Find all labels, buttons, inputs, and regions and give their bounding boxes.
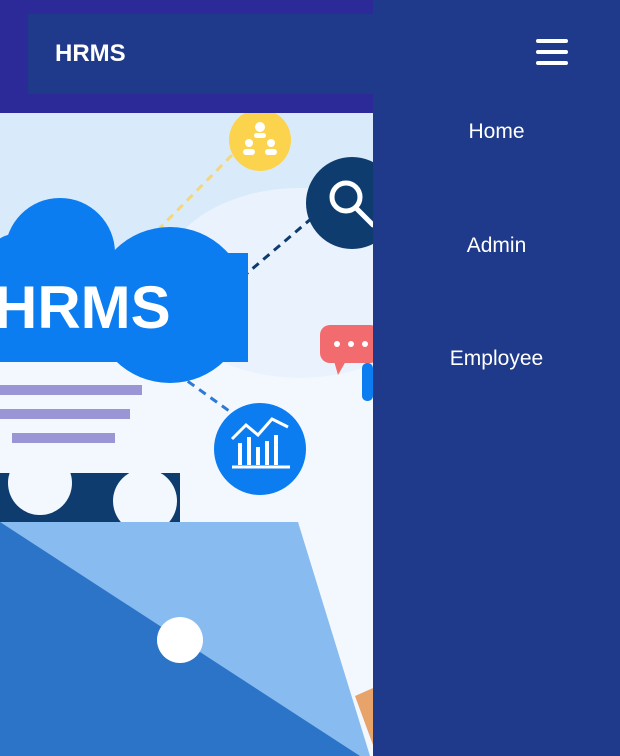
nav-drawer: Home Admin Employee — [373, 0, 620, 756]
analytics-node-icon — [214, 403, 306, 495]
brand-bar: HRMS — [28, 14, 373, 94]
nav-item-employee[interactable]: Employee — [373, 347, 620, 371]
nav-item-home[interactable]: Home — [373, 120, 620, 144]
hero-logo-text: HRMS — [0, 274, 171, 341]
brand-logo[interactable]: HRMS — [55, 40, 126, 68]
nav-item-admin[interactable]: Admin — [373, 234, 620, 258]
hamburger-menu-icon[interactable] — [536, 39, 568, 65]
hero-illustration: HRMS — [0, 113, 373, 756]
